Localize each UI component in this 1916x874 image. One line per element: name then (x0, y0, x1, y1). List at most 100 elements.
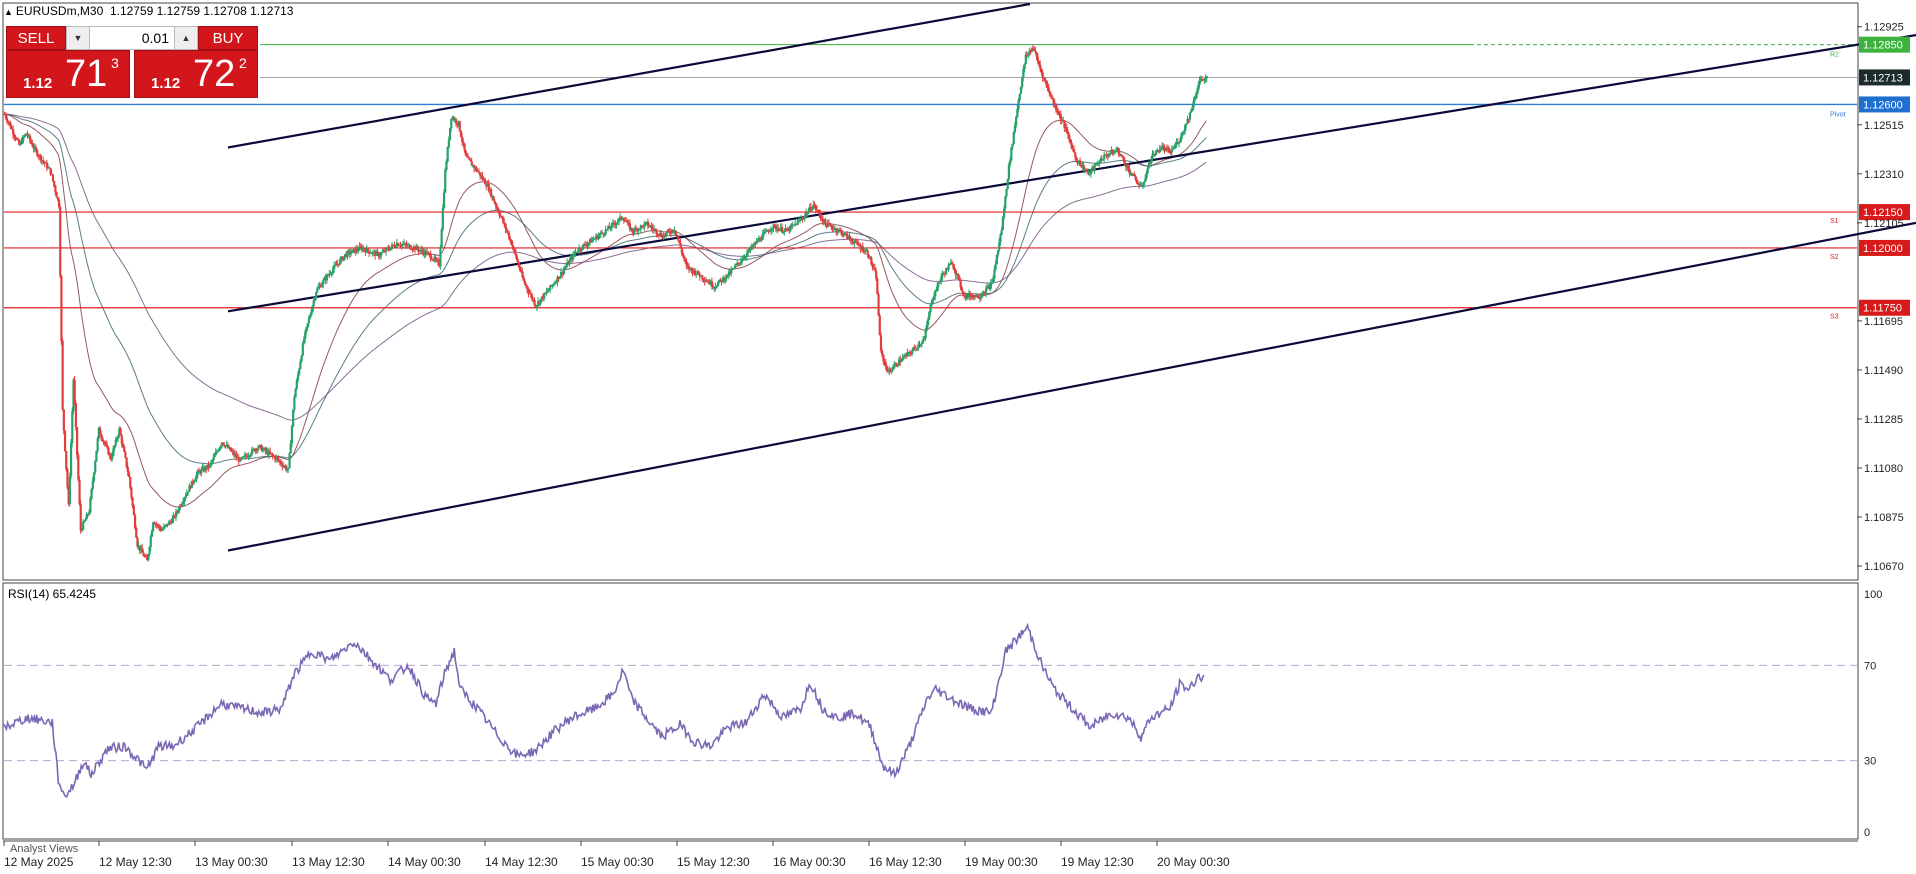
candle-body (1015, 116, 1018, 126)
candle-body (66, 469, 69, 488)
candle-body (135, 528, 138, 538)
candle-body (288, 453, 291, 469)
lot-increase-icon[interactable]: ▲ (174, 27, 197, 49)
candle-body (468, 157, 471, 160)
buy-button[interactable]: BUY (198, 26, 258, 50)
candle-body (149, 536, 152, 548)
buy-price-button[interactable]: 1.12 72 2 (134, 50, 258, 98)
candle-body (316, 288, 319, 293)
candle-body (546, 291, 549, 293)
candle-body (366, 248, 370, 252)
candle-body (89, 498, 92, 513)
time-tick-label: 14 May 00:30 (388, 855, 461, 869)
candle-body (350, 252, 353, 255)
rsi-indicator-label: RSI(14) 65.4245 (8, 587, 97, 601)
candle-body (463, 143, 466, 151)
candle-body (51, 174, 55, 182)
price-tick-label: 1.11695 (1864, 316, 1903, 328)
ma-fast (3, 113, 1207, 508)
lot-size-field[interactable]: ▼ 0.01 ▲ (66, 26, 198, 50)
price-tick-label: 1.11285 (1864, 414, 1903, 426)
price-axis: 1.128501.127131.126001.121501.120001.117… (1857, 22, 1910, 573)
pivot-tag-label: Pivot (1830, 111, 1846, 118)
sell-price-button[interactable]: 1.12 71 3 (6, 50, 130, 98)
channel-line-1 (227, 2, 1031, 149)
candle-body (533, 300, 536, 306)
candle-body (1143, 181, 1146, 186)
candle-body (193, 481, 196, 483)
candle-body (1018, 93, 1021, 100)
candle-body (922, 339, 925, 343)
candle-body (127, 472, 131, 477)
time-tick-label: 16 May 00:30 (773, 855, 846, 869)
price-tick-label: 1.12310 (1864, 169, 1904, 181)
candle-body (1103, 154, 1106, 160)
candle-body (1146, 168, 1149, 174)
candle-body (62, 409, 65, 431)
candle-body (79, 503, 82, 531)
candle-body (68, 476, 71, 505)
candle-body (1205, 76, 1208, 79)
one-click-trading-panel: SELL ▼ 0.01 ▲ BUY 1.12 71 3 1.12 72 2 (6, 26, 258, 98)
candle-body (301, 343, 304, 356)
rsi-pane-border (2, 582, 1859, 840)
time-tick-label: 15 May 00:30 (581, 855, 654, 869)
candle-body (61, 340, 64, 410)
time-tick-label: 19 May 00:30 (965, 855, 1038, 869)
sell-button[interactable]: SELL (6, 26, 66, 50)
candle-body (1004, 196, 1007, 209)
candle-body (71, 411, 74, 443)
rsi-tick-label: 70 (1864, 660, 1876, 672)
candle-body (54, 185, 57, 192)
rsi-line (3, 622, 1205, 798)
time-axis: 12 May 2025 12 May 12:30 13 May 00:30 13 Ma… (3, 841, 1230, 869)
time-tick-label: 16 May 12:30 (869, 855, 942, 869)
time-tick-label: 15 May 12:30 (677, 855, 750, 869)
candle-body (514, 249, 517, 254)
candle-body (999, 234, 1002, 243)
candle-body (129, 476, 132, 488)
horizontal-levels: R2 Pivot S1 S2 S3 (4, 44, 1857, 321)
lot-decrease-icon[interactable]: ▼ (67, 27, 90, 49)
candle-body (298, 368, 301, 375)
price-tick-label: 1.10875 (1864, 512, 1904, 524)
channel-line-3 (227, 221, 1916, 552)
candle-body (1188, 112, 1192, 120)
time-tick-label: 12 May 2025 (4, 855, 74, 869)
buy-price-prefix: 1.12 (151, 75, 181, 92)
candle-body (83, 521, 86, 523)
candle-body (877, 294, 880, 316)
candle-body (82, 522, 85, 530)
price-tick-label: 1.12515 (1864, 120, 1904, 132)
chart-area[interactable]: R2PivotS1S2S3 1.128501.127131.126001.121… (0, 0, 1916, 874)
pivot-tag-label: S1 (1830, 218, 1839, 225)
rsi-plot (3, 622, 1857, 798)
collapse-triangle-icon[interactable]: ▲ (4, 7, 13, 17)
rsi-tick-label: 0 (1864, 827, 1870, 839)
candle-body (24, 134, 27, 137)
candle-body (1023, 63, 1026, 70)
candle-body (445, 161, 448, 171)
ohlc-values: 1.12759 1.12759 1.12708 1.12713 (109, 4, 294, 18)
candle-body (462, 141, 465, 144)
price-tick-label: 1.12925 (1864, 22, 1904, 34)
pivot-tag-label: S2 (1830, 254, 1839, 261)
candle-body (124, 451, 127, 458)
candle-body (458, 121, 461, 131)
candle-body (269, 451, 272, 454)
candle-body (879, 335, 883, 351)
candlesticks (3, 44, 1208, 562)
candle-body (96, 438, 99, 451)
candle-body (1068, 134, 1071, 140)
rsi-axis: 100 70 30 0 (1864, 589, 1882, 839)
candle-body (866, 250, 869, 255)
lot-size-value[interactable]: 0.01 (91, 27, 173, 49)
candle-body (212, 457, 215, 461)
candle-body (130, 487, 133, 498)
candle-body (1005, 189, 1008, 197)
ma-medium (4, 113, 1207, 465)
candle-body (439, 248, 442, 267)
analyst-views-label[interactable]: Analyst Views (10, 843, 78, 855)
sell-price-main: 71 (65, 53, 108, 95)
candle-body (74, 403, 78, 428)
